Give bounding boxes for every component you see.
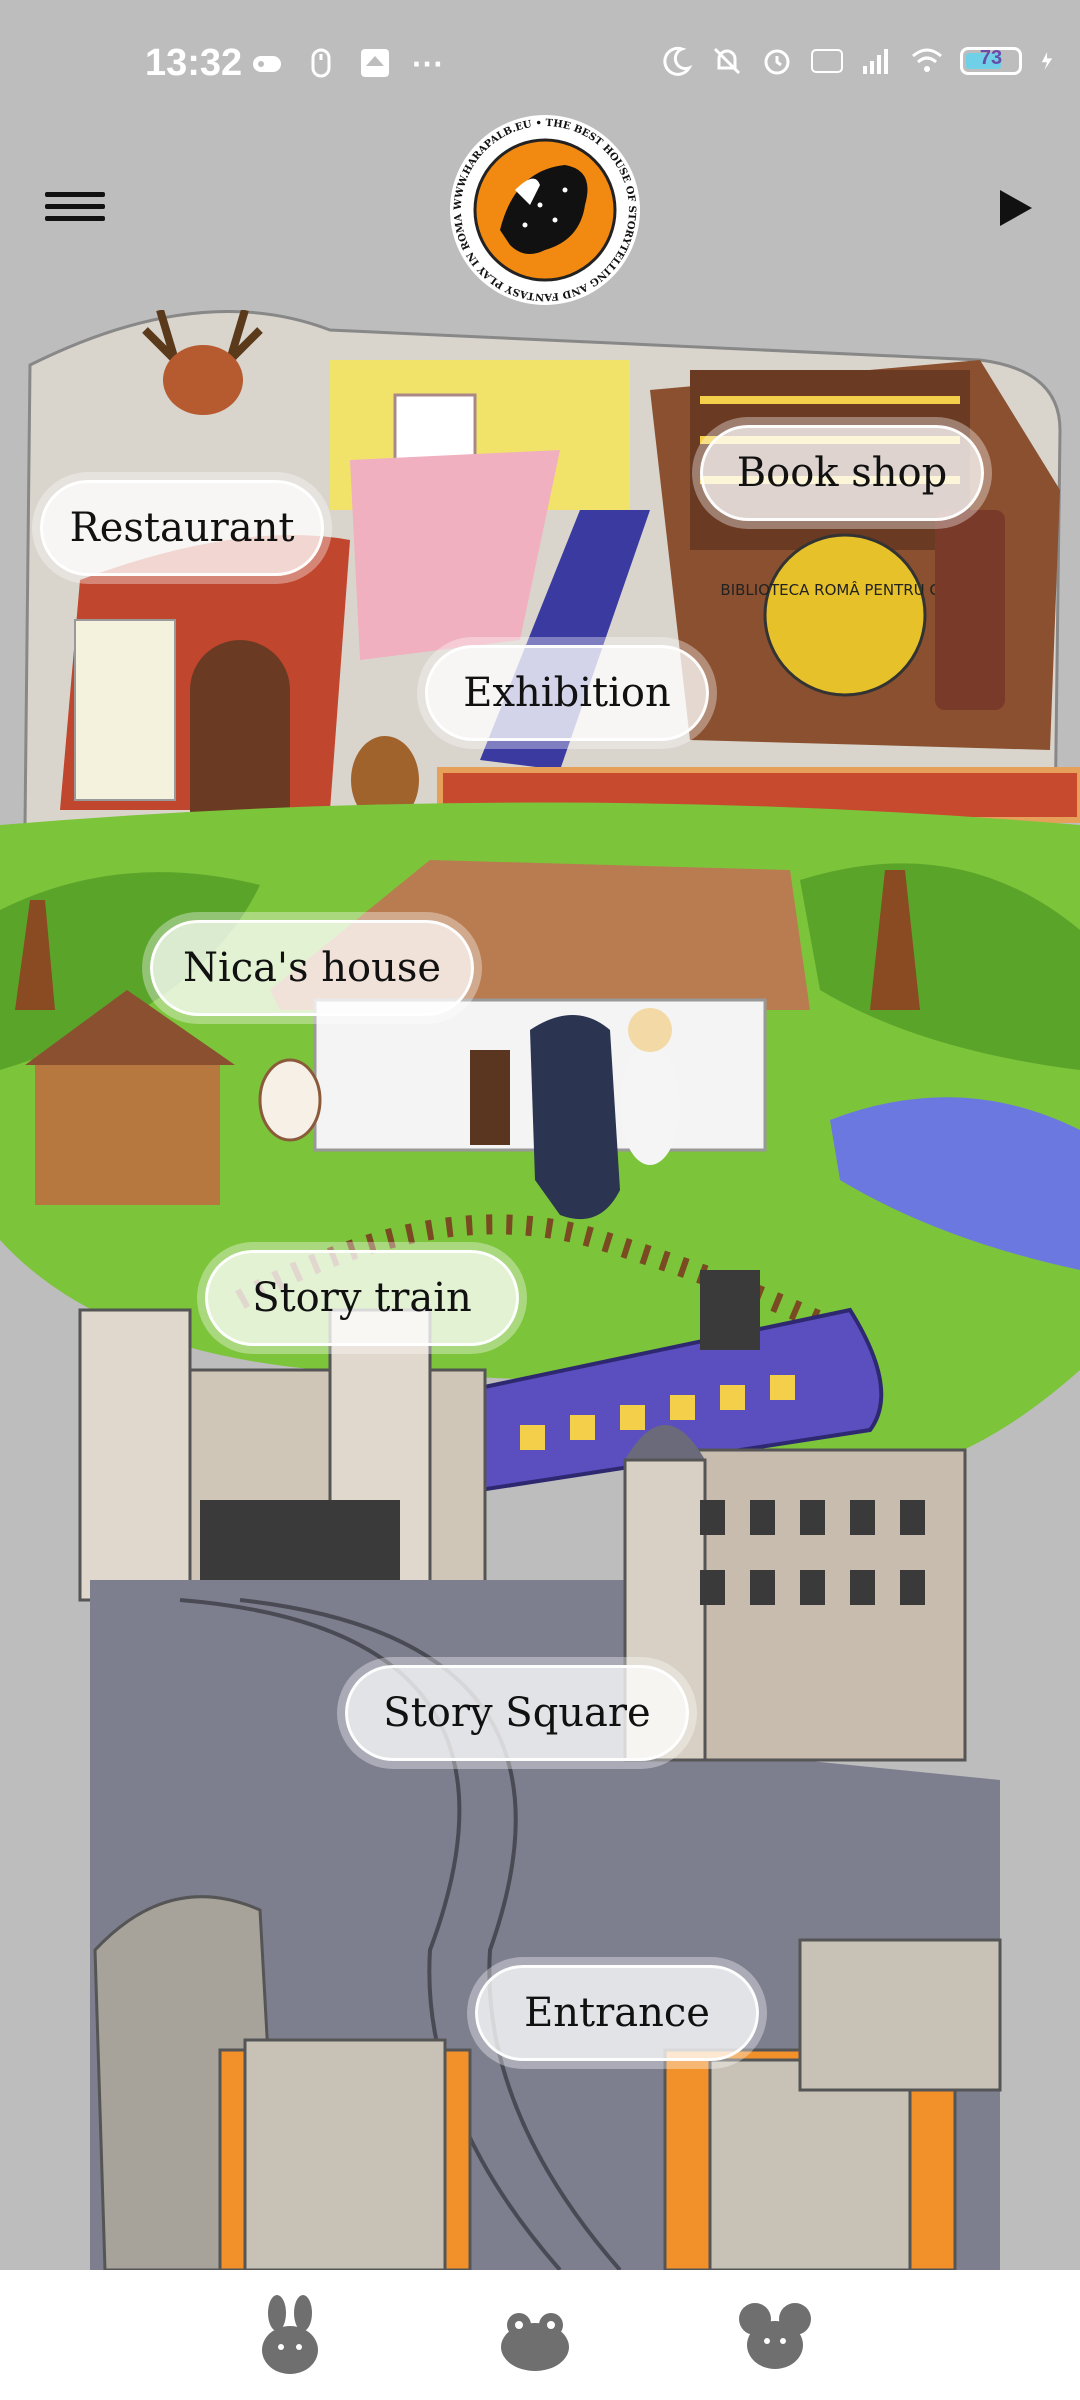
harapalb-logo: WWW.HARAPALB.EU • THE BEST HOUSE OF STOR…	[445, 110, 640, 305]
app-icon	[361, 49, 389, 77]
status-left-icons: ···	[250, 46, 444, 83]
frog-icon[interactable]	[495, 2295, 575, 2375]
bunny-icon[interactable]	[250, 2295, 330, 2375]
mouse-icon	[311, 48, 331, 78]
moon-icon	[663, 46, 693, 76]
status-more: ···	[412, 46, 444, 82]
location-exhibition[interactable]: Exhibition	[425, 645, 709, 741]
location-story-train[interactable]: Story train	[205, 1250, 519, 1346]
status-right-icons: 73	[660, 44, 1060, 78]
wifi-icon	[912, 48, 942, 72]
volte-icon	[811, 49, 843, 73]
alarm-icon	[764, 49, 790, 75]
status-time: 13:32	[145, 42, 243, 84]
play-icon[interactable]	[1000, 190, 1032, 226]
bookstore-sign-text: BIBLIOTECA ROMÂ PENTRU COPII	[720, 580, 969, 599]
battery-level: 73	[979, 47, 1003, 69]
signal-icon	[863, 49, 888, 74]
mouse-icon[interactable]	[735, 2295, 815, 2375]
bottom-nav	[0, 2270, 1080, 2400]
battery-icon: 73	[960, 47, 1022, 75]
bell-off-icon	[713, 47, 741, 75]
location-entrance[interactable]: Entrance	[475, 1965, 759, 2061]
charging-icon	[1041, 51, 1053, 71]
hamburger-menu-icon[interactable]	[45, 185, 105, 230]
location-book-shop[interactable]: Book shop	[700, 425, 984, 521]
game-controller-icon	[253, 56, 281, 72]
location-restaurant[interactable]: Restaurant	[40, 480, 324, 576]
location-nicas-house[interactable]: Nica's house	[150, 920, 474, 1016]
location-story-square[interactable]: Story Square	[345, 1665, 689, 1761]
